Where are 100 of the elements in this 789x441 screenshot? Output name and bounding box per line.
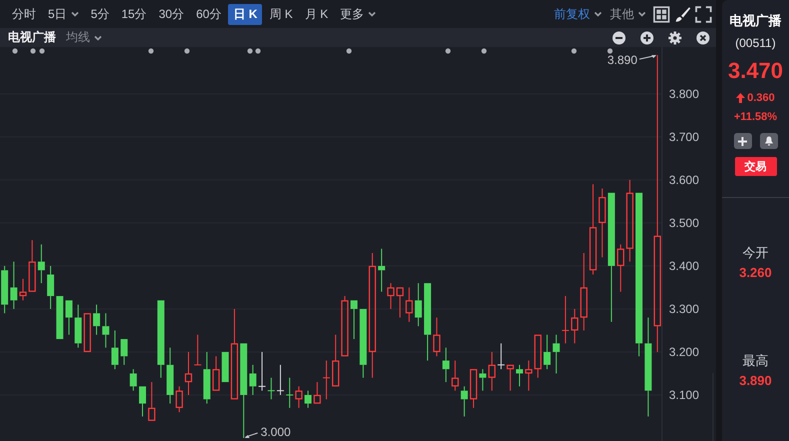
- candlestick: [598, 188, 606, 258]
- brush-icon[interactable]: [674, 6, 691, 22]
- candlestick: [433, 317, 440, 357]
- period-tab[interactable]: 更多: [335, 4, 382, 24]
- candlestick: [396, 287, 404, 318]
- candlestick: [286, 377, 294, 408]
- grid-icon[interactable]: [653, 6, 670, 22]
- candlestick: [10, 261, 18, 310]
- candlestick: [28, 240, 36, 292]
- period-tab[interactable]: 日 K: [228, 4, 262, 24]
- candlestick: [406, 286, 413, 322]
- event-marker-icon[interactable]: [148, 48, 154, 54]
- candlestick: [470, 369, 478, 408]
- stat-label: 今开: [742, 244, 768, 262]
- candlestick: [544, 334, 551, 370]
- period-tab[interactable]: 5分: [86, 4, 114, 24]
- candlestick: [350, 300, 358, 340]
- chart-title: 电视广播: [8, 29, 56, 46]
- event-marker-icon[interactable]: [481, 48, 487, 54]
- event-marker-icon[interactable]: [184, 48, 190, 54]
- candlestick: [332, 334, 340, 386]
- alert-button[interactable]: [760, 133, 778, 149]
- candlestick: [360, 308, 367, 378]
- indicator-dropdown[interactable]: 均线: [66, 29, 102, 46]
- leader-line: [244, 432, 258, 438]
- candlestick: [341, 296, 348, 356]
- candlestick: [525, 360, 532, 392]
- candlestick: [617, 244, 624, 292]
- candlestick: [222, 352, 229, 382]
- event-marker-icon[interactable]: [571, 48, 577, 54]
- candlestick: [387, 282, 394, 310]
- candlestick: [571, 308, 578, 344]
- candlestick: [414, 282, 422, 327]
- period-tab[interactable]: 周 K: [264, 4, 298, 24]
- close-icon[interactable]: [696, 30, 710, 44]
- candlestick: [166, 347, 174, 404]
- candlestick: [442, 347, 450, 383]
- other-dropdown[interactable]: 其他: [607, 4, 649, 24]
- candlestick: [120, 339, 128, 366]
- period-tab[interactable]: 5日: [43, 4, 84, 24]
- candlestick: [74, 304, 82, 348]
- adjustment-dropdown[interactable]: 前复权: [551, 4, 605, 24]
- candlestick: [47, 265, 54, 310]
- leader-line: [638, 55, 656, 60]
- candlestick: [249, 364, 256, 396]
- candlestick: [488, 351, 496, 392]
- up-arrow-icon: [736, 93, 746, 103]
- stock-name: 电视广播: [730, 12, 782, 30]
- candlestick: [38, 244, 45, 284]
- event-marker-icon[interactable]: [346, 48, 352, 54]
- candlestick: [65, 300, 72, 336]
- period-tab[interactable]: 分时: [7, 4, 41, 24]
- event-marker-icon[interactable]: [255, 48, 261, 54]
- axis-label: 3.600: [669, 172, 700, 187]
- candlestick: [84, 313, 91, 352]
- add-button[interactable]: [734, 133, 752, 149]
- candlestick: [111, 330, 118, 370]
- event-marker-icon[interactable]: [607, 48, 613, 54]
- event-marker-icon[interactable]: [445, 48, 451, 54]
- stat-value: 3.260: [739, 265, 772, 280]
- stock-code: (00511): [735, 36, 776, 50]
- chevron-down-icon: [594, 11, 602, 17]
- bell-icon: [764, 136, 774, 146]
- period-tab[interactable]: 15分: [116, 4, 152, 24]
- stat-label: 最高: [742, 352, 768, 370]
- plus-icon: [738, 136, 747, 146]
- axis-label: 3.800: [669, 86, 700, 101]
- stat-value: 3.890: [739, 373, 772, 388]
- candlestick: [93, 304, 100, 336]
- zoom-in-icon[interactable]: [640, 30, 654, 44]
- price-change: 0.360: [747, 92, 775, 104]
- price-label: 3.000: [260, 425, 291, 439]
- candlestick: [19, 278, 27, 301]
- zoom-out-icon[interactable]: [612, 30, 626, 44]
- axis-label: 3.700: [669, 130, 700, 144]
- trade-button[interactable]: 交易: [734, 157, 776, 176]
- period-tab[interactable]: 60分: [191, 4, 226, 24]
- candlestick: [378, 248, 386, 292]
- chevron-down-icon: [94, 34, 102, 40]
- candlestick: [102, 312, 110, 348]
- candlestick: [561, 296, 570, 344]
- candlestick: [148, 382, 156, 421]
- event-marker-icon[interactable]: [12, 48, 18, 54]
- event-marker-icon[interactable]: [247, 48, 253, 54]
- settings-icon[interactable]: [668, 30, 682, 44]
- event-marker-icon[interactable]: [39, 48, 45, 54]
- axis-label: 3.100: [669, 388, 700, 402]
- axis-label: 3.400: [669, 258, 700, 273]
- period-tab[interactable]: 月 K: [300, 4, 334, 24]
- fullscreen-icon[interactable]: [695, 6, 712, 22]
- candlestick: [139, 386, 146, 417]
- event-marker-icon[interactable]: [30, 48, 36, 54]
- candlestick: [304, 390, 312, 408]
- price-label: 3.890: [607, 53, 638, 68]
- candlestick: [276, 364, 284, 396]
- candlestick: [497, 342, 506, 370]
- candlestick: [56, 296, 64, 340]
- candlestick: [460, 386, 468, 417]
- period-tab[interactable]: 30分: [154, 4, 190, 24]
- candlestick: [176, 386, 183, 413]
